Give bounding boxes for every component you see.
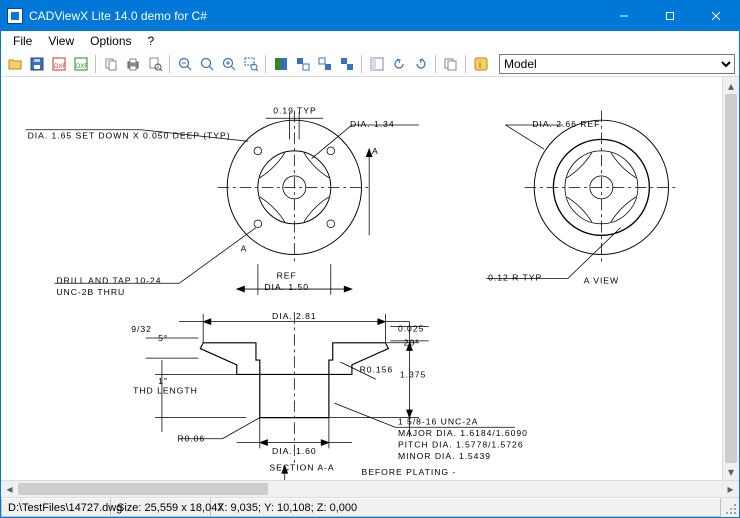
svg-text:DIA. 1.65 SET DOWN X 0.050 DEE: DIA. 1.65 SET DOWN X 0.050 DEEP (TYP) <box>28 130 231 140</box>
layers-b-icon[interactable] <box>315 54 335 74</box>
menu-file[interactable]: File <box>5 32 40 50</box>
svg-text:DRILL AND TAP 10-24: DRILL AND TAP 10-24 <box>56 275 161 285</box>
menu-options[interactable]: Options <box>82 32 139 50</box>
color-toggle-icon[interactable] <box>271 54 291 74</box>
svg-text:i: i <box>479 60 481 70</box>
svg-text:DIA. 1.60: DIA. 1.60 <box>272 446 317 456</box>
svg-text:DIA. 2.81: DIA. 2.81 <box>272 311 317 321</box>
print-preview-icon[interactable] <box>145 54 165 74</box>
separator <box>361 55 363 73</box>
menu-bar: File View Options ? <box>1 31 739 51</box>
separator <box>265 55 267 73</box>
layout-icon[interactable] <box>367 54 387 74</box>
copy-icon[interactable] <box>101 54 121 74</box>
save-icon[interactable] <box>27 54 47 74</box>
file-path-text: D:\TestFiles\14727.dwg <box>8 502 122 514</box>
app-icon <box>7 8 23 24</box>
svg-text:5°: 5° <box>158 333 168 343</box>
separator <box>435 55 437 73</box>
svg-text:THD LENGTH: THD LENGTH <box>133 386 198 396</box>
cad-drawing: DIA. 1.65 SET DOWN X 0.050 DEEP (TYP) DR… <box>1 77 722 480</box>
svg-text:DIA. 2.66 REF: DIA. 2.66 REF <box>532 119 600 129</box>
print-icon[interactable] <box>123 54 143 74</box>
separator <box>169 55 171 73</box>
maximize-button[interactable] <box>647 1 693 31</box>
svg-text:A VIEW: A VIEW <box>584 275 619 285</box>
svg-text:PITCH DIA. 1.5778/1.5726: PITCH DIA. 1.5778/1.5726 <box>398 439 524 449</box>
svg-text:A: A <box>372 146 379 156</box>
layout-select[interactable]: Model <box>499 54 735 74</box>
close-button[interactable] <box>693 1 739 31</box>
zoom-region-icon[interactable] <box>241 54 261 74</box>
resize-grip[interactable] <box>721 498 739 517</box>
layout-combo[interactable]: Model <box>499 54 735 74</box>
work-area: DIA. 1.65 SET DOWN X 0.050 DEEP (TYP) DR… <box>1 77 739 497</box>
svg-text:SECTION A-A: SECTION A-A <box>269 462 334 472</box>
svg-text:0.19 TYP: 0.19 TYP <box>273 105 316 115</box>
rotate-left-icon[interactable] <box>389 54 409 74</box>
svg-text:R0.06: R0.06 <box>177 434 205 444</box>
zoom-in-icon[interactable] <box>219 54 239 74</box>
svg-text:20°: 20° <box>404 338 420 348</box>
horizontal-scrollbar[interactable]: ◂ ▸ <box>1 480 739 497</box>
scroll-up-icon[interactable]: ▴ <box>723 77 739 94</box>
svg-text:1.375: 1.375 <box>400 369 426 379</box>
layers-c-icon[interactable] <box>337 54 357 74</box>
svg-text:9/32: 9/32 <box>131 324 152 334</box>
dxf-green-icon[interactable]: DXF <box>71 54 91 74</box>
toolbar: DXF DXF <box>1 51 739 77</box>
layers-a-icon[interactable] <box>293 54 313 74</box>
horizontal-scroll-thumb[interactable] <box>18 483 268 495</box>
scroll-right-icon[interactable]: ▸ <box>722 481 739 497</box>
zoom-fit-icon[interactable] <box>197 54 217 74</box>
rotate-right-icon[interactable] <box>411 54 431 74</box>
status-path: D:\TestFiles\14727.dwg <box>1 498 111 517</box>
minimize-button[interactable] <box>601 1 647 31</box>
svg-text:MINOR DIA. 1.5439: MINOR DIA. 1.5439 <box>398 451 491 461</box>
svg-text:0.025: 0.025 <box>398 323 424 333</box>
vertical-scroll-thumb[interactable] <box>725 94 737 463</box>
menu-help[interactable]: ? <box>140 32 163 50</box>
drawing-canvas[interactable]: DIA. 1.65 SET DOWN X 0.050 DEEP (TYP) DR… <box>1 77 722 480</box>
about-icon[interactable]: i <box>471 54 491 74</box>
scroll-down-icon[interactable]: ▾ <box>723 463 739 480</box>
svg-text:A: A <box>241 244 248 254</box>
svg-text:REF: REF <box>277 271 297 281</box>
svg-text:0.12 R TYP: 0.12 R TYP <box>488 272 542 282</box>
menu-view[interactable]: View <box>40 32 82 50</box>
title-bar: CADViewX Lite 14.0 demo for C# <box>1 1 739 31</box>
svg-text:1": 1" <box>158 376 168 386</box>
dxf-red-icon[interactable]: DXF <box>49 54 69 74</box>
separator <box>465 55 467 73</box>
scroll-left-icon[interactable]: ◂ <box>1 481 18 497</box>
open-icon[interactable] <box>5 54 25 74</box>
svg-text:DIA. 1.50: DIA. 1.50 <box>264 282 309 292</box>
svg-text:BEFORE PLATING -: BEFORE PLATING - <box>362 467 457 477</box>
svg-text:1 5/8-16 UNC-2A: 1 5/8-16 UNC-2A <box>398 416 479 426</box>
svg-text:UNC-2B THRU: UNC-2B THRU <box>56 287 125 297</box>
vertical-scrollbar[interactable]: ▴ ▾ <box>722 77 739 480</box>
svg-text:DIA. 1.34: DIA. 1.34 <box>350 119 395 129</box>
svg-text:DXF: DXF <box>76 64 88 70</box>
zoom-out-icon[interactable] <box>175 54 195 74</box>
svg-text:R0.156: R0.156 <box>360 365 394 375</box>
batch-print-icon[interactable] <box>441 54 461 74</box>
svg-text:MAJOR DIA. 1.6184/1.6090: MAJOR DIA. 1.6184/1.6090 <box>398 428 528 438</box>
status-bar: D:\TestFiles\14727.dwg Size: 25,559 x 18… <box>1 497 739 517</box>
separator <box>95 55 97 73</box>
status-size: Size: 25,559 x 18,047 <box>111 498 211 517</box>
status-coords: X: 9,035; Y: 10,108; Z: 0,000 <box>211 498 721 517</box>
window-title: CADViewX Lite 14.0 demo for C# <box>29 9 601 23</box>
svg-text:DXF: DXF <box>54 64 66 70</box>
window-controls <box>601 1 739 31</box>
